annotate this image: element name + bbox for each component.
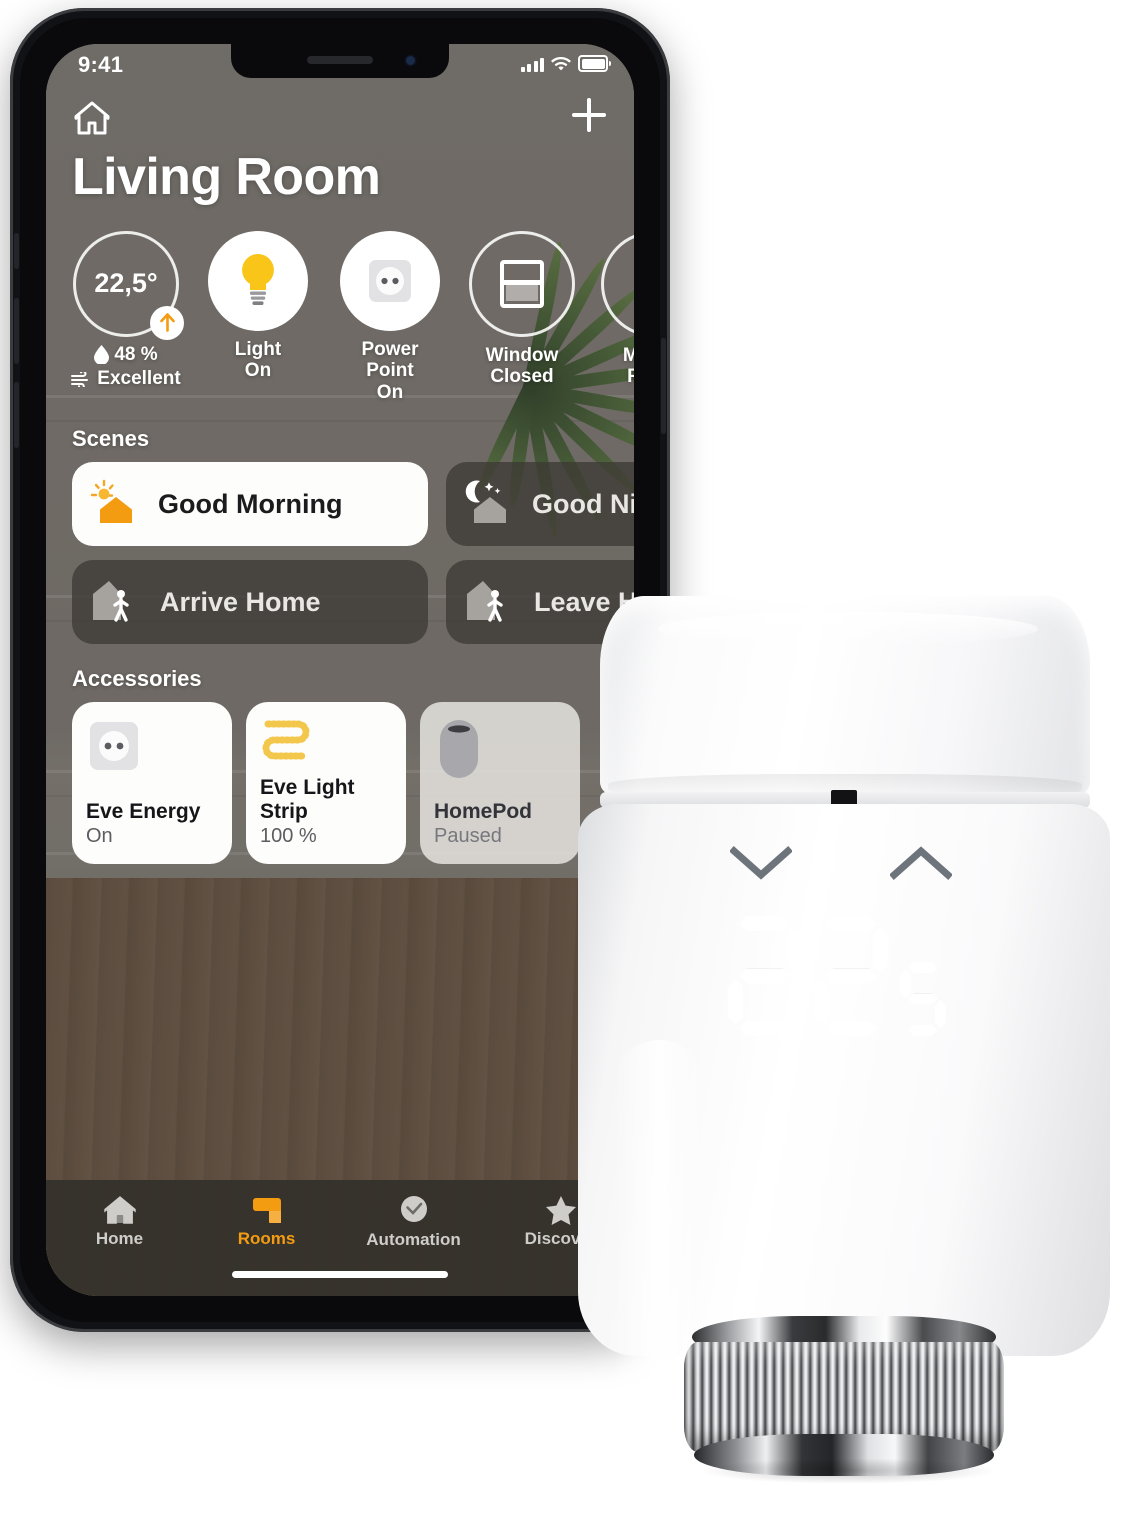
humidity-value: 48 % [114,343,158,365]
accessory-name: Eve Light Strip [260,776,355,823]
temperature-value: 22,5° [94,268,158,299]
mute-switch[interactable] [14,233,19,269]
display-digit-ones [814,916,888,1036]
status-tile-light[interactable]: Light On [204,230,312,405]
house-person-arrive-icon [90,577,142,628]
volume-down-button[interactable] [14,382,19,448]
status-tile-outlet-label: Power Point On [361,338,419,404]
app-top-bar [46,84,634,150]
status-tile-outlet[interactable]: Power Point On [336,230,444,405]
thermostat-valve-device [578,596,1110,1540]
star-icon [545,1195,576,1225]
plus-icon[interactable] [572,98,606,132]
volume-up-button[interactable] [14,298,19,364]
tab-home[interactable]: Home [46,1180,193,1262]
device-drop-shadow [698,1458,998,1484]
tab-label: Automation [366,1229,461,1249]
accessories-heading: Accessories [72,666,202,692]
clock-icon [400,1195,427,1222]
motion-sensor-icon[interactable] [601,230,634,337]
scene-label: Good Night [532,488,634,519]
wifi-icon [551,57,571,71]
phone-screen: 9:41 Living Room 22,5° 48 % Excellent Li… [46,44,634,1296]
scene-arrive-home[interactable]: Arrive Home [72,560,428,645]
rooms-icon [252,1197,281,1223]
power-button[interactable] [661,338,666,434]
cap-highlight [658,612,1038,646]
status-tile-climate[interactable]: 22,5° 48 % Excellent [71,230,184,405]
house-icon [103,1195,136,1224]
home-indicator[interactable] [232,1271,448,1278]
tab-rooms[interactable]: Rooms [193,1180,340,1262]
water-drop-icon [94,344,110,364]
accessory-state: Paused [434,825,502,848]
accessory-state: 100 % [260,825,317,848]
status-tile-window[interactable]: Window Closed [468,230,576,405]
phone-device: 9:41 Living Room 22,5° 48 % Excellent Li… [10,8,670,1332]
accessory-homepod[interactable]: HomePod Paused [420,702,580,865]
moon-house-icon [464,479,514,530]
house-person-leave-icon [464,577,516,628]
power-socket-icon[interactable] [340,230,440,331]
display-digit-tens [728,916,802,1036]
tab-bar: Home Rooms Automation Discover [46,1180,634,1296]
tab-label: Home [95,1228,144,1248]
climate-readouts: 48 % Excellent [71,343,181,392]
chevron-up-icon[interactable] [890,846,952,880]
scene-label: Good Morning [158,488,343,519]
window-icon[interactable] [469,230,575,337]
thermostat-display [728,916,946,1036]
air-quality-icon [71,371,89,387]
scenes-grid: Good Morning Good Night [72,462,634,645]
accessory-state: On [86,825,113,848]
chevron-down-icon[interactable] [730,846,792,880]
status-tile-motion-label: Motion Room [622,344,634,388]
light-strip-icon [260,718,392,773]
accessories-row: Eve Energy On Eve Light Strip 100 % Home… [72,702,634,865]
display-digit-decimal [900,962,946,1036]
page-title: Living Room [72,148,381,206]
status-clock: 9:41 [78,52,124,77]
tab-label: Rooms [237,1228,296,1248]
device-body [578,804,1110,1540]
home-app-screen: Living Room 22,5° 48 % Excellent Light O… [46,84,634,1296]
house-icon[interactable] [72,100,112,141]
accessory-name: Eve Energy [86,799,201,823]
status-tile-light-label: Light On [234,338,282,382]
battery-full-icon [578,55,611,72]
scene-good-morning[interactable]: Good Morning [72,462,428,547]
arrow-up-icon [150,305,184,340]
accessory-eve-light-strip[interactable]: Eve Light Strip 100 % [246,702,406,865]
thermostat-circle[interactable]: 22,5° [73,230,184,340]
power-socket-icon [86,718,218,779]
status-tile-window-label: Window Closed [485,344,559,388]
accessory-eve-energy[interactable]: Eve Energy On [72,702,232,865]
phone-bezel: 9:41 Living Room 22,5° 48 % Excellent Li… [20,18,660,1322]
scene-good-night[interactable]: Good Night [446,462,634,547]
device-cap [600,596,1090,796]
air-quality-value: Excellent [97,368,181,390]
scene-label: Arrive Home [160,586,321,617]
lightbulb-icon[interactable] [208,230,308,331]
status-tile-row: 22,5° 48 % Excellent Light On Power Poin… [71,230,634,405]
tab-automation[interactable]: Automation [340,1180,487,1262]
accessory-name: HomePod [434,799,533,823]
status-bar: 9:41 [46,44,634,84]
status-tile-motion[interactable]: Motion Room [600,230,634,405]
sun-house-icon [90,479,140,530]
scenes-heading: Scenes [72,426,150,452]
homepod-icon [434,718,566,785]
cellular-signal-icon [520,57,544,72]
